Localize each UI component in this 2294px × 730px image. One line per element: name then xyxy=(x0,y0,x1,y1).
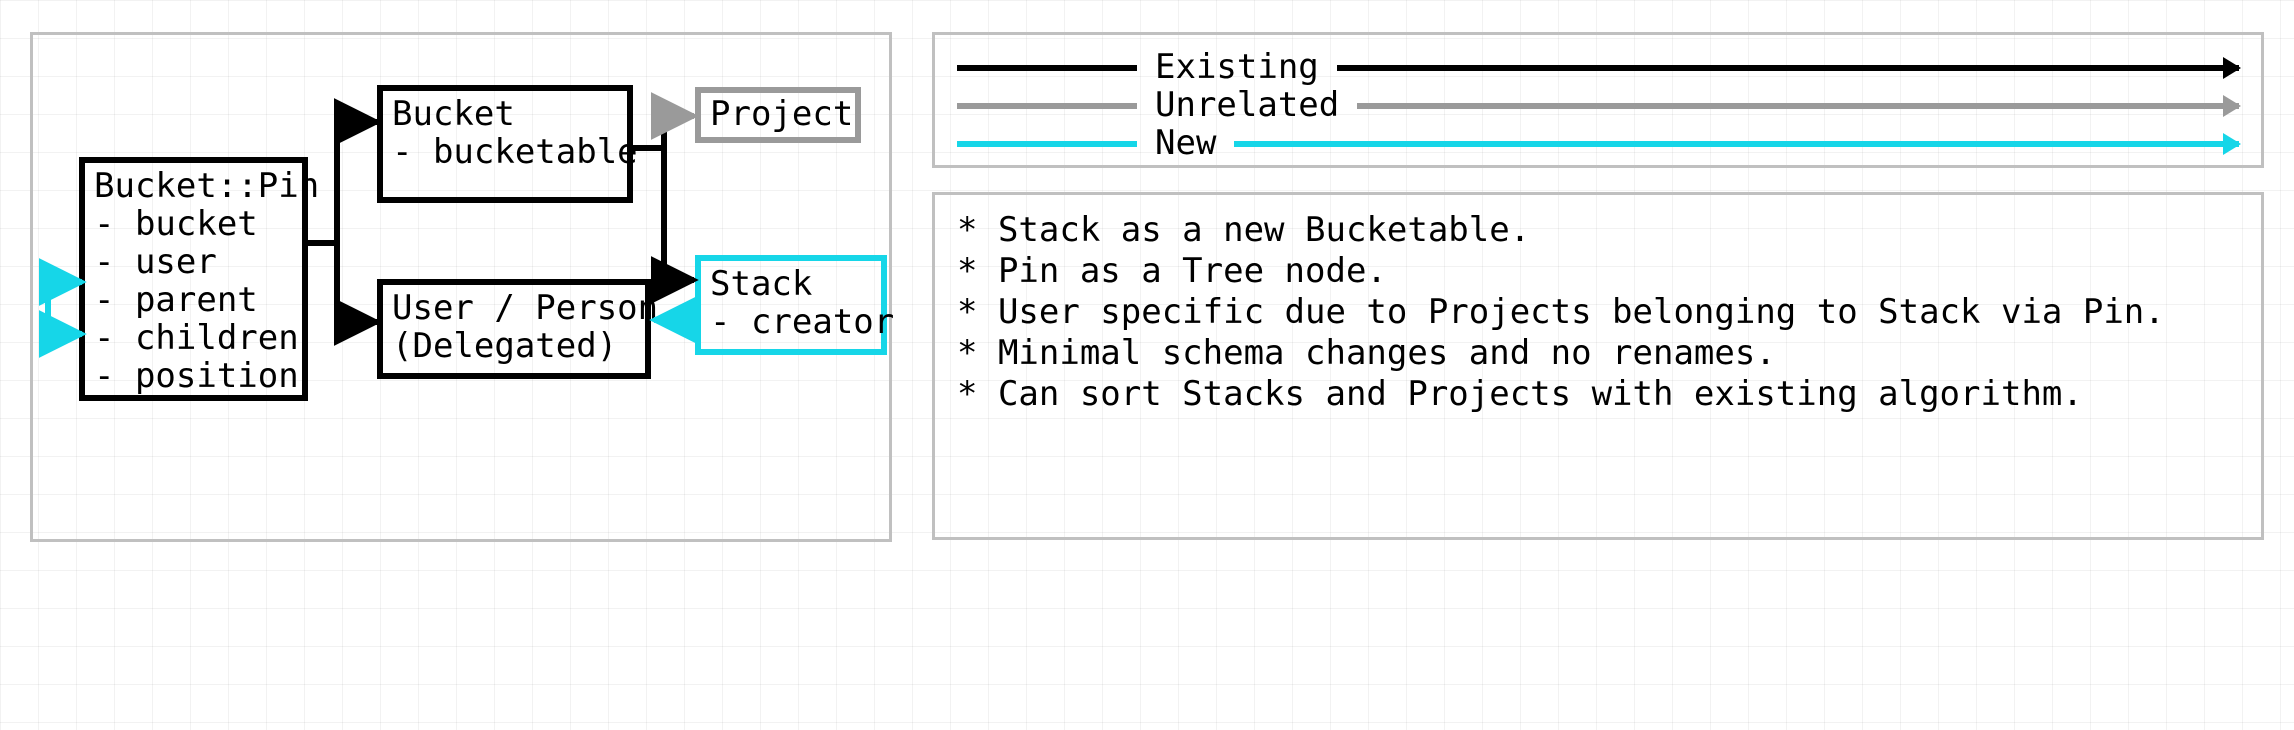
legend-row-new: New xyxy=(957,125,2239,163)
arrow-right-icon xyxy=(1337,65,2239,71)
legend-label-unrelated: Unrelated xyxy=(1155,86,1339,125)
legend-line-new xyxy=(957,141,1137,147)
diagram-panel xyxy=(30,32,892,542)
note-item: Can sort Stacks and Projects with existi… xyxy=(957,375,2239,414)
legend-label-existing: Existing xyxy=(1155,48,1319,87)
legend-row-existing: Existing xyxy=(957,49,2239,87)
legend-row-unrelated: Unrelated xyxy=(957,87,2239,125)
legend-panel: Existing Unrelated New xyxy=(932,32,2264,168)
arrow-right-icon xyxy=(1234,141,2239,147)
note-item: User specific due to Projects belonging … xyxy=(957,293,2239,332)
legend-line-existing xyxy=(957,65,1137,71)
note-item: Minimal schema changes and no renames. xyxy=(957,334,2239,373)
arrow-right-icon xyxy=(1357,103,2239,109)
note-item: Stack as a new Bucketable. xyxy=(957,211,2239,250)
legend-label-new: New xyxy=(1155,124,1216,163)
note-item: Pin as a Tree node. xyxy=(957,252,2239,291)
notes-panel: Stack as a new Bucketable. Pin as a Tree… xyxy=(932,192,2264,540)
notes-list: Stack as a new Bucketable. Pin as a Tree… xyxy=(957,211,2239,414)
legend-line-unrelated xyxy=(957,103,1137,109)
